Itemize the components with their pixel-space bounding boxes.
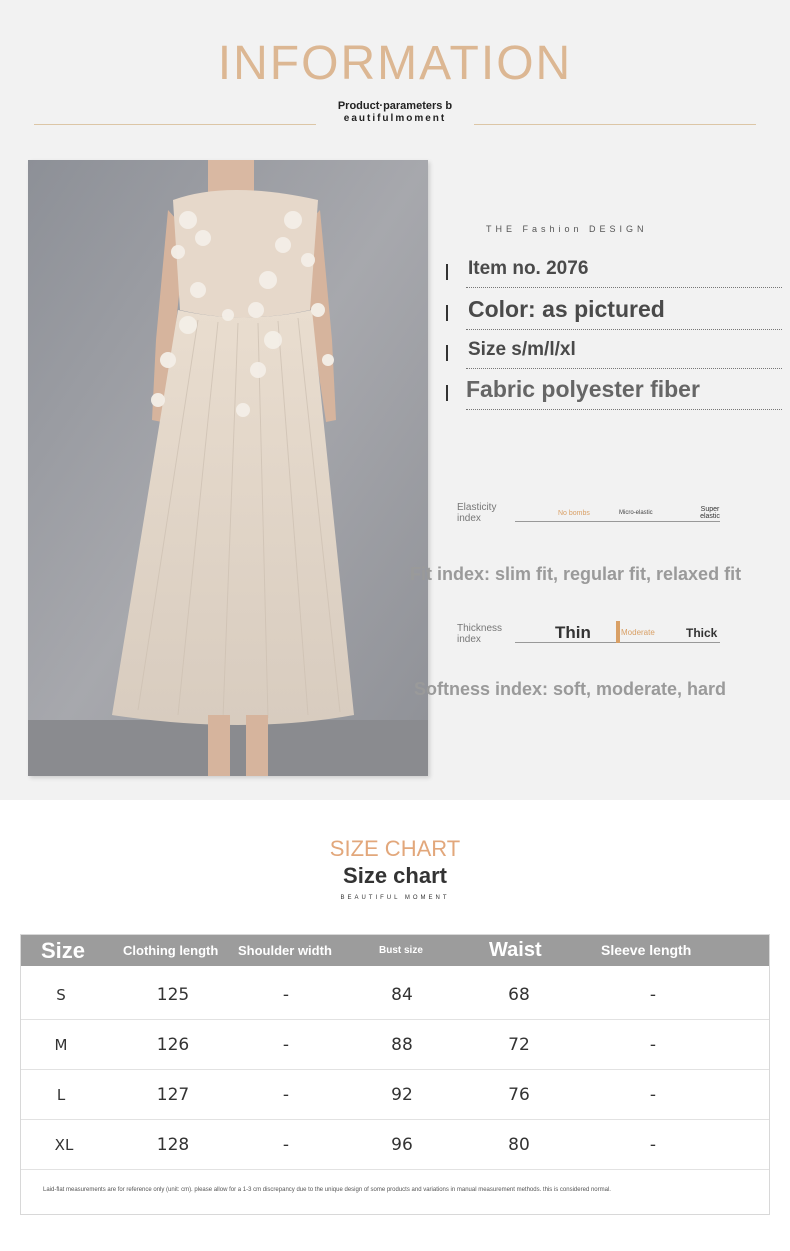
param-text: Size s/m/l/xl — [468, 339, 576, 360]
measurement-note: Laid-flat measurements are for reference… — [43, 1187, 611, 1193]
fit-index: Fit index: slim fit, regular fit, relaxe… — [410, 564, 742, 584]
param-text: Fabric polyester fiber — [466, 376, 700, 402]
thickness-label: Thickness index — [457, 623, 503, 645]
param-underline — [466, 329, 782, 330]
table-row: S 125 - 84 68 - — [21, 970, 769, 1020]
cell-sleeve-length: - — [649, 1035, 657, 1055]
param-item-no: Item no. 2076 — [446, 258, 782, 288]
cell-shoulder-width: - — [282, 1135, 290, 1155]
cell-size: L — [56, 1086, 66, 1104]
header-sleeve-length: Sleeve length — [601, 942, 692, 958]
param-fabric: Fabric polyester fiber — [446, 376, 782, 410]
header-clothing-length: Clothing length — [123, 943, 219, 958]
elasticity-label: Elasticity index — [457, 502, 497, 524]
information-subtitle-2: eautifulmoment — [343, 113, 447, 124]
product-photo — [28, 160, 428, 776]
cell-clothing-length: 125 — [156, 985, 190, 1005]
param-color: Color: as pictured — [446, 296, 782, 330]
cell-bust: 84 — [391, 985, 413, 1005]
param-underline — [466, 287, 782, 288]
cell-waist: 72 — [508, 1035, 530, 1055]
header-waist: Waist — [489, 939, 542, 961]
cell-bust: 88 — [391, 1035, 413, 1055]
table-row: XL 128 - 96 80 - — [21, 1120, 769, 1170]
elasticity-option-micro: Micro-elastic — [619, 510, 653, 516]
divider-right — [474, 124, 756, 125]
header-size: Size — [41, 938, 86, 963]
cell-waist: 80 — [508, 1135, 530, 1155]
elasticity-option-no-bombs: No bombs — [558, 510, 590, 517]
size-chart-subtitle: Size chart — [343, 863, 447, 888]
header-bust-size: Bust size — [379, 945, 423, 956]
param-marker — [446, 385, 448, 401]
cell-bust: 96 — [391, 1135, 413, 1155]
table-row: M 126 - 88 72 - — [21, 1020, 769, 1070]
param-marker — [446, 264, 448, 280]
information-title: INFORMATION — [217, 37, 573, 90]
cell-sleeve-length: - — [649, 1085, 657, 1105]
size-table: Size Clothing length Shoulder width Bust… — [20, 934, 770, 1215]
cell-clothing-length: 128 — [156, 1135, 190, 1155]
dress-illustration — [28, 160, 428, 776]
cell-shoulder-width: - — [282, 1035, 290, 1055]
cell-size: M — [54, 1036, 68, 1054]
size-chart-title: SIZE CHART — [329, 836, 461, 861]
table-row: L 127 - 92 76 - — [21, 1070, 769, 1120]
cell-bust: 92 — [391, 1085, 413, 1105]
header-shoulder-width: Shoulder width — [238, 943, 332, 958]
information-section: INFORMATION Product·parameters b eautifu… — [0, 0, 790, 800]
thickness-marker — [616, 621, 620, 643]
param-size: Size s/m/l/xl — [446, 339, 782, 369]
softness-index: Softness index: soft, moderate, hard — [414, 679, 727, 699]
thickness-option-thin: Thin — [555, 623, 591, 642]
elasticity-track — [515, 521, 720, 522]
param-text: Color: as pictured — [468, 296, 665, 322]
cell-sleeve-length: - — [649, 985, 657, 1005]
fashion-design-label: THE Fashion DESIGN — [486, 224, 648, 234]
information-subtitle: Product·parameters b — [337, 100, 453, 112]
thickness-option-moderate: Moderate — [621, 628, 655, 637]
param-marker — [446, 305, 448, 321]
elasticity-option-super: Super elastic — [700, 506, 720, 520]
cell-shoulder-width: - — [282, 985, 290, 1005]
param-text: Item no. 2076 — [468, 258, 589, 279]
cell-shoulder-width: - — [282, 1085, 290, 1105]
cell-waist: 68 — [508, 985, 530, 1005]
cell-waist: 76 — [508, 1085, 530, 1105]
cell-clothing-length: 127 — [156, 1085, 190, 1105]
thickness-option-thick: Thick — [686, 626, 718, 640]
param-marker — [446, 345, 448, 361]
cell-sleeve-length: - — [649, 1135, 657, 1155]
cell-size: XL — [54, 1136, 74, 1154]
divider-left — [34, 124, 316, 125]
param-underline — [466, 409, 782, 410]
cell-clothing-length: 126 — [156, 1035, 190, 1055]
size-chart-tagline: BEAUTIFUL MOMENT — [340, 895, 450, 901]
table-header: Size Clothing length Shoulder width Bust… — [21, 935, 769, 966]
cell-size: S — [56, 986, 66, 1004]
param-underline — [466, 368, 782, 369]
